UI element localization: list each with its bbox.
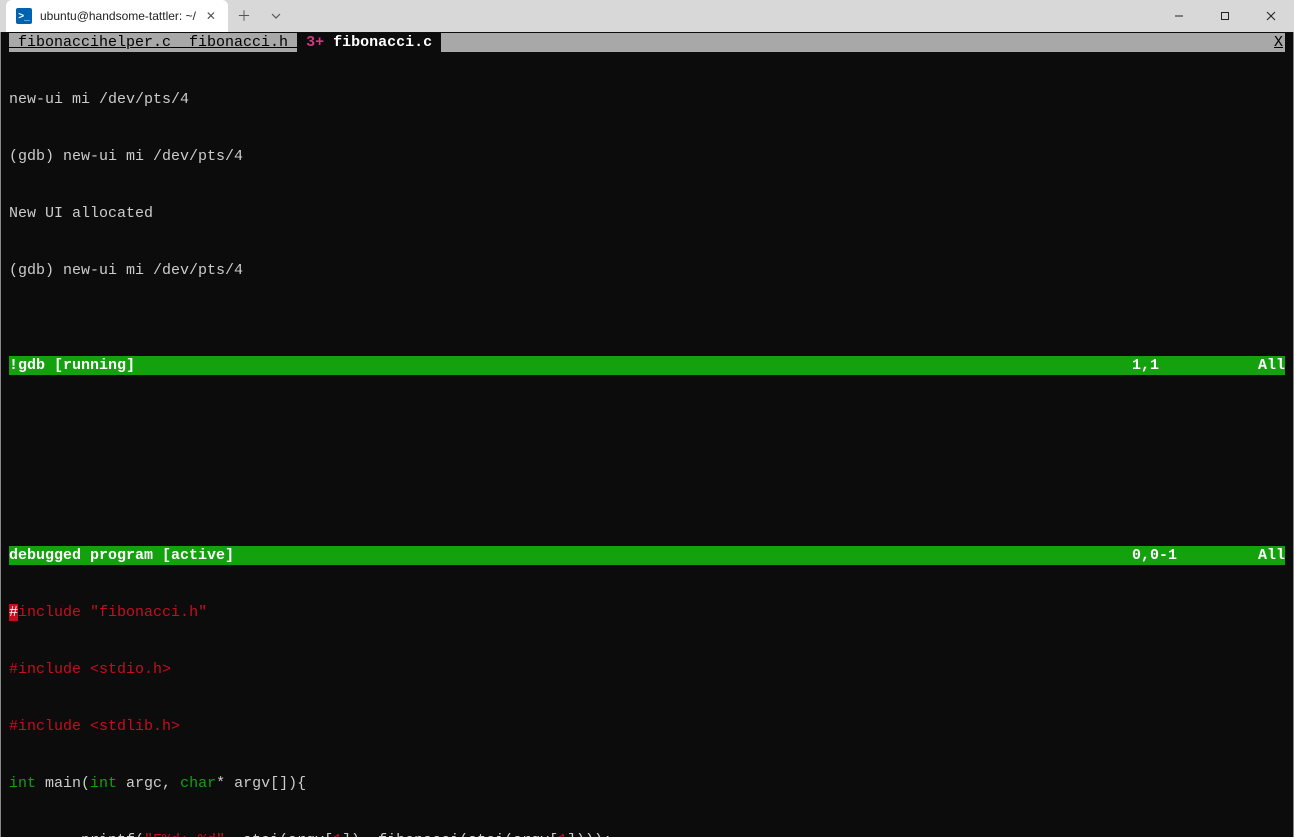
window-controls xyxy=(1156,0,1294,32)
vim-tab-count: 3 xyxy=(306,34,315,51)
minimize-button[interactable] xyxy=(1156,0,1202,32)
pp-directive: #include xyxy=(9,718,81,735)
status-pct: All xyxy=(1258,356,1285,375)
vim-tab-active[interactable]: 3+ fibonacci.c xyxy=(297,33,441,52)
code: * argv[]){ xyxy=(216,775,306,792)
status-pos: 1,1 xyxy=(1132,356,1159,375)
status-left: debugged program [active] xyxy=(9,546,234,565)
number-literal: 1 xyxy=(558,832,567,837)
pp-directive: include xyxy=(18,604,81,621)
status-gap xyxy=(1177,546,1258,565)
code: argc, xyxy=(117,775,180,792)
gdb-pane[interactable]: new-ui mi /dev/pts/4 (gdb) new-ui mi /de… xyxy=(9,52,1285,356)
tab-close-icon[interactable]: ✕ xyxy=(204,9,218,23)
type-kw: int xyxy=(90,775,117,792)
pp-directive: #include xyxy=(9,661,81,678)
status-pos: 0,0-1 xyxy=(1132,546,1177,565)
vim-tab-active-label: fibonacci.c xyxy=(324,34,441,51)
string-literal: "F%d: %d" xyxy=(144,832,225,837)
tab-strip: >_ ubuntu@handsome-tattler: ~/ ✕ ＋ xyxy=(0,0,292,32)
code: ]))); xyxy=(567,832,612,837)
include-target: "fibonacci.h" xyxy=(90,604,207,621)
source-line: #include <stdio.h> xyxy=(9,660,1285,679)
close-button[interactable] xyxy=(1248,0,1294,32)
status-gap xyxy=(1159,356,1258,375)
type-kw: char xyxy=(180,775,216,792)
sp xyxy=(81,718,90,735)
sp xyxy=(81,604,90,621)
tab-dropdown-button[interactable] xyxy=(260,0,292,32)
vim-tab-modified: + xyxy=(315,34,324,51)
code: ]), fibonacci(atoi(argv[ xyxy=(342,832,558,837)
terminal-surface[interactable]: fibonaccihelper.c fibonacci.h 3+ fibonac… xyxy=(0,32,1294,837)
maximize-button[interactable] xyxy=(1202,0,1248,32)
gdb-line: (gdb) new-ui mi /dev/pts/4 xyxy=(9,147,1285,166)
code: printf( xyxy=(9,832,144,837)
vim-tab-inactive[interactable]: fibonaccihelper.c fibonacci.h xyxy=(9,33,297,52)
terminal-inner: fibonaccihelper.c fibonacci.h 3+ fibonac… xyxy=(1,32,1293,837)
tab-title: ubuntu@handsome-tattler: ~/ xyxy=(40,9,196,23)
cursor: # xyxy=(9,604,18,621)
vim-tabline: fibonaccihelper.c fibonacci.h 3+ fibonac… xyxy=(9,33,1285,52)
code: , atoi(argv[ xyxy=(225,832,333,837)
gdb-line: new-ui mi /dev/pts/4 xyxy=(9,90,1285,109)
new-tab-button[interactable]: ＋ xyxy=(228,0,260,32)
debugged-program-pane[interactable] xyxy=(9,375,1285,546)
source-line: #include "fibonacci.h" xyxy=(9,603,1285,622)
source-line: int main(int argc, char* argv[]){ xyxy=(9,774,1285,793)
source-pane[interactable]: #include "fibonacci.h" #include <stdio.h… xyxy=(9,565,1285,837)
include-target: <stdlib.h> xyxy=(90,718,180,735)
code: main( xyxy=(36,775,90,792)
source-line: printf("F%d: %d", atoi(argv[1]), fibonac… xyxy=(9,831,1285,837)
source-line: #include <stdlib.h> xyxy=(9,717,1285,736)
powershell-icon: >_ xyxy=(16,8,32,24)
terminal-tab[interactable]: >_ ubuntu@handsome-tattler: ~/ ✕ xyxy=(6,0,228,32)
number-literal: 1 xyxy=(333,832,342,837)
status-pct: All xyxy=(1258,546,1285,565)
statusline-gdb: !gdb [running] 1,1 All xyxy=(9,356,1285,375)
statusline-debugged: debugged program [active] 0,0-1 All xyxy=(9,546,1285,565)
gdb-line: (gdb) new-ui mi /dev/pts/4 xyxy=(9,261,1285,280)
include-target: <stdio.h> xyxy=(90,661,171,678)
gdb-line: New UI allocated xyxy=(9,204,1285,223)
type-kw: int xyxy=(9,775,36,792)
sp xyxy=(81,661,90,678)
vim-tab-close[interactable]: X xyxy=(1272,33,1285,52)
titlebar: >_ ubuntu@handsome-tattler: ~/ ✕ ＋ xyxy=(0,0,1294,32)
status-left: !gdb [running] xyxy=(9,356,135,375)
